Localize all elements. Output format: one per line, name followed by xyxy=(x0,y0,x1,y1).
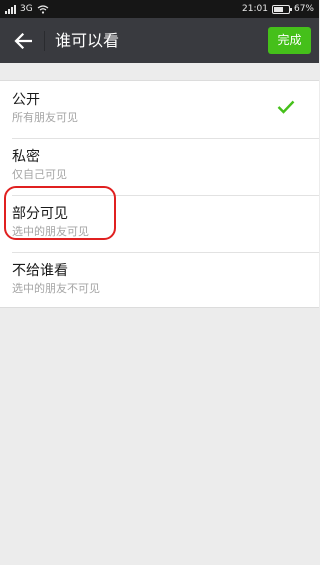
battery-level-fill xyxy=(273,6,284,12)
option-hide-from[interactable]: 不给谁看 选中的朋友不可见 xyxy=(0,252,319,309)
done-button[interactable]: 完成 xyxy=(268,27,311,54)
status-bar-right: 21:01 67% xyxy=(242,0,314,18)
option-title: 私密 xyxy=(12,149,40,165)
page-title: 谁可以看 xyxy=(55,31,120,50)
option-title: 部分可见 xyxy=(12,206,68,222)
status-bar-left: 3G xyxy=(5,0,49,18)
checkmark-icon xyxy=(277,100,295,114)
arrow-left-icon xyxy=(14,33,32,49)
status-bar: 3G 21:01 67% xyxy=(0,0,319,18)
battery-icon xyxy=(271,4,292,14)
option-description: 选中的朋友可见 xyxy=(12,225,89,238)
option-private[interactable]: 私密 仅自己可见 xyxy=(0,138,319,195)
option-title: 不给谁看 xyxy=(12,263,68,279)
wifi-icon xyxy=(37,4,49,14)
back-button[interactable] xyxy=(10,28,36,54)
option-public[interactable]: 公开 所有朋友可见 xyxy=(0,81,319,138)
option-description: 所有朋友可见 xyxy=(12,111,78,124)
visibility-option-list: 公开 所有朋友可见 私密 仅自己可见 部分可见 选中的朋友可见 不给谁看 选中的… xyxy=(0,80,319,308)
option-description: 选中的朋友不可见 xyxy=(12,282,100,295)
signal-strength-icon xyxy=(5,4,16,14)
screen: 3G 21:01 67% 谁可以看 完成 公开 所有朋友可见 私密 仅自己可见 … xyxy=(0,0,319,565)
option-partially-visible[interactable]: 部分可见 选中的朋友可见 xyxy=(0,195,319,252)
network-type-label: 3G xyxy=(20,4,33,14)
option-title: 公开 xyxy=(12,92,40,108)
battery-percent-label: 67% xyxy=(293,4,314,14)
option-description: 仅自己可见 xyxy=(12,168,67,181)
title-divider xyxy=(44,31,45,51)
action-bar: 谁可以看 完成 xyxy=(0,18,319,63)
clock-label: 21:01 xyxy=(242,4,268,14)
